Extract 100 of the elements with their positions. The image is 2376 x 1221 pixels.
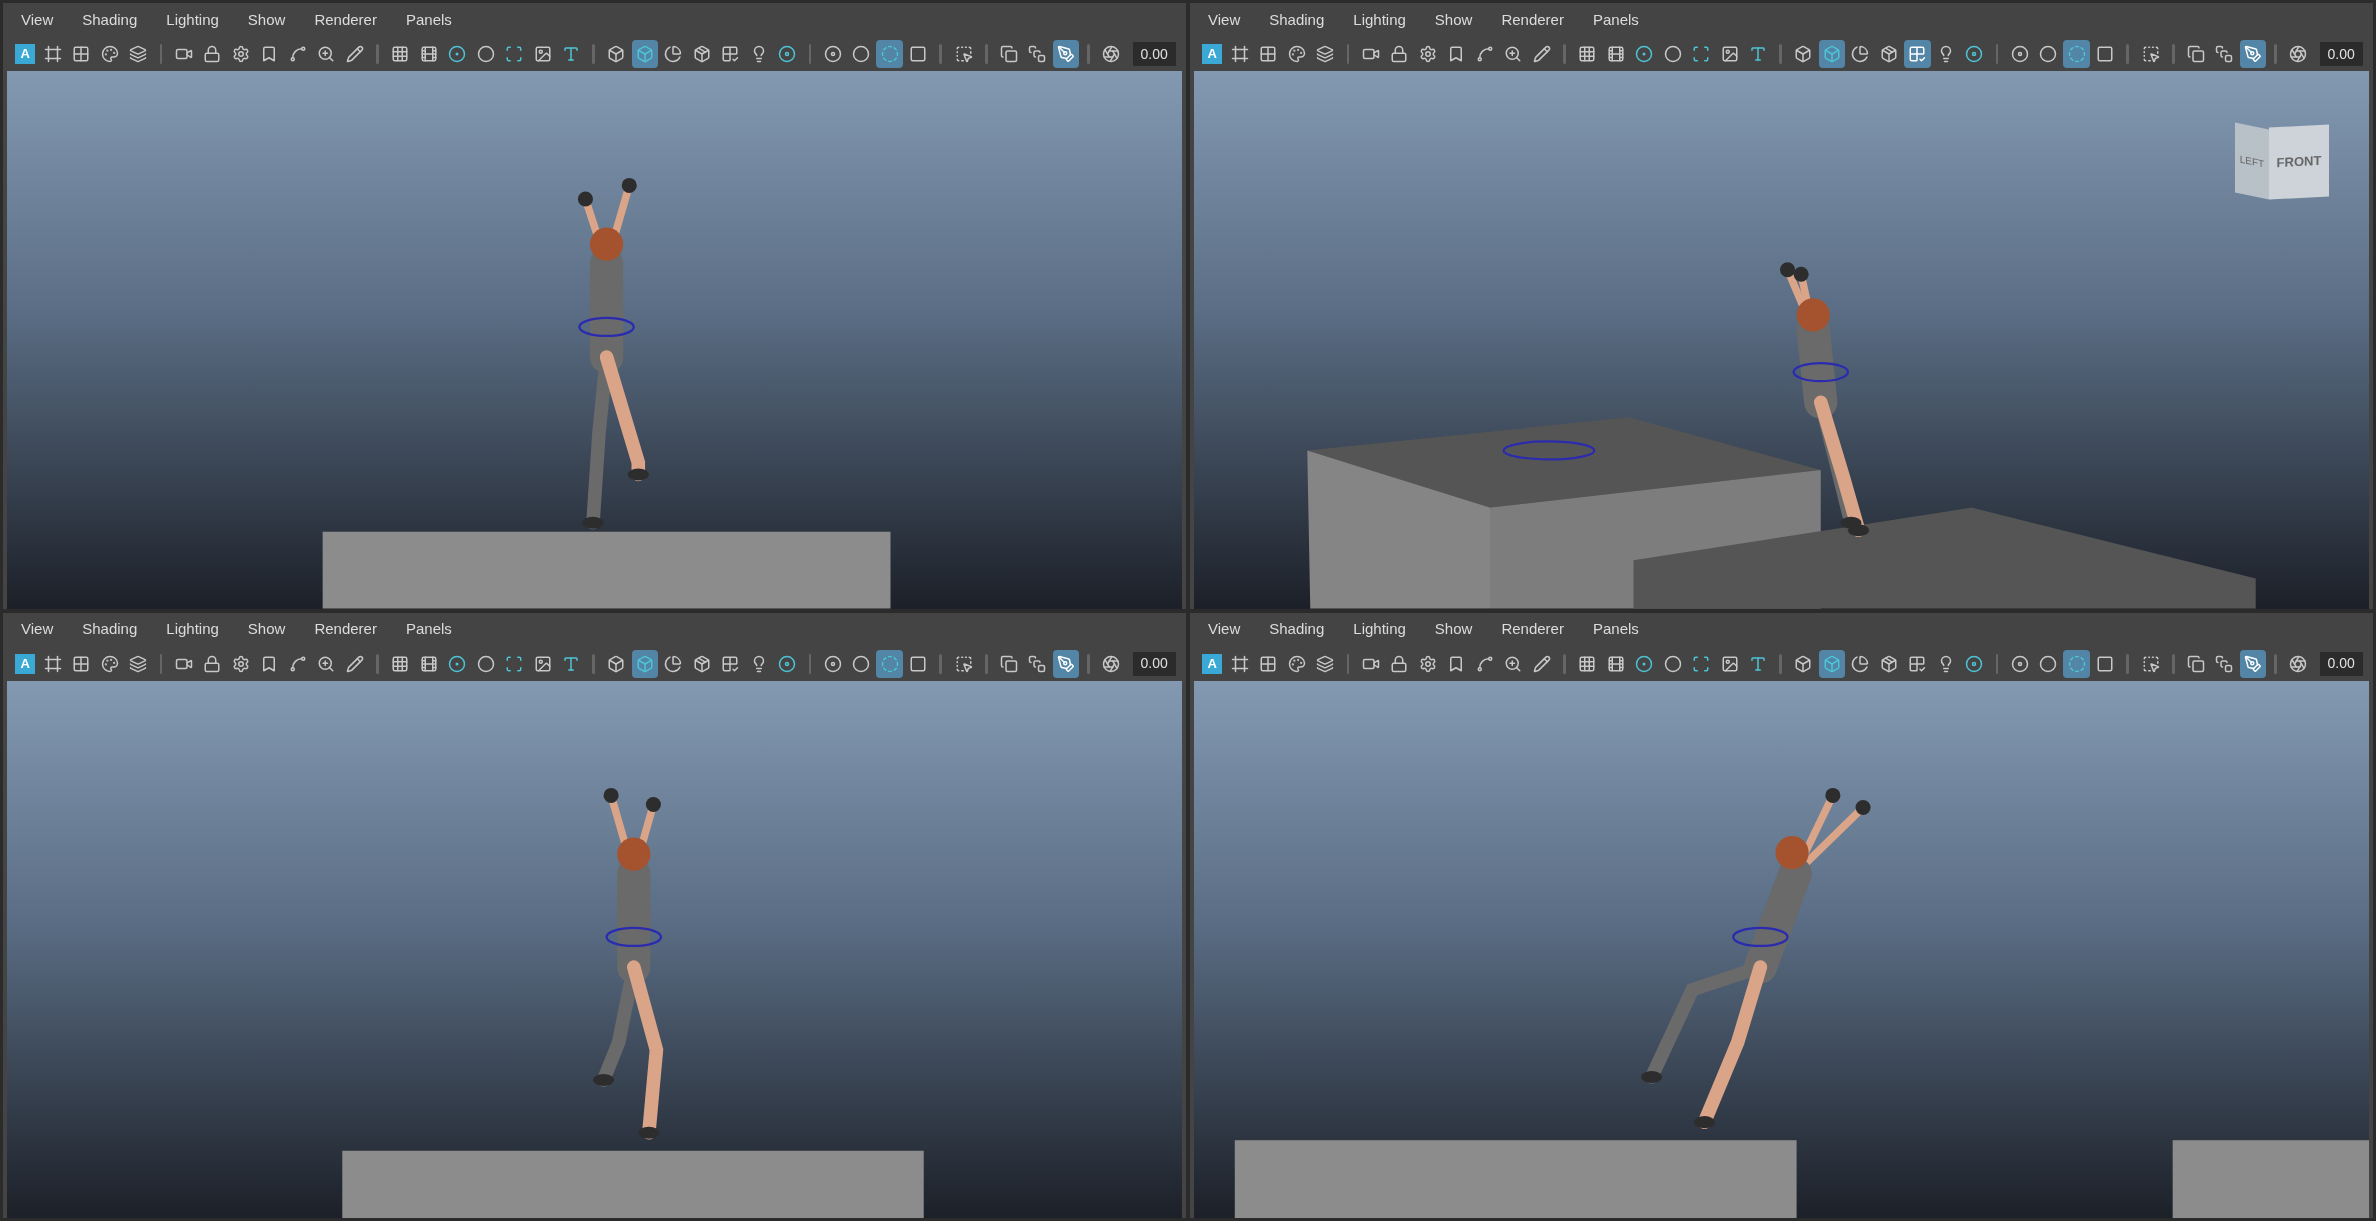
menu-item[interactable]: Panels <box>1592 8 1639 32</box>
menu-item[interactable]: Panels <box>1592 618 1639 641</box>
viewport-canvas[interactable]: LEFT FRONT <box>1194 71 2369 609</box>
zoom-icon <box>317 654 336 673</box>
exposure-field[interactable]: 0.00 <box>1132 651 1176 676</box>
menu-item[interactable]: Panels <box>405 8 452 32</box>
menu-item[interactable]: Lighting <box>1353 618 1406 641</box>
toolbar-button[interactable] <box>2239 649 2267 678</box>
pencil-icon <box>1532 45 1551 63</box>
toolbar-button[interactable] <box>631 40 659 68</box>
select-icon <box>954 45 973 63</box>
menu-item[interactable]: Shading <box>82 8 138 32</box>
menu-item[interactable]: Renderer <box>1501 618 1564 641</box>
frame-icon <box>1230 45 1249 63</box>
frame-icon <box>43 654 62 673</box>
toolbar-button[interactable] <box>2063 649 2090 678</box>
checker-icon <box>721 654 740 673</box>
zoom-icon <box>1504 654 1523 673</box>
layered-squares-icon <box>2215 654 2234 673</box>
layered-squares-icon <box>2215 45 2234 63</box>
checker-icon <box>1908 654 1927 673</box>
toolbar-button[interactable] <box>876 649 903 678</box>
checker-icon <box>1908 45 1927 63</box>
toolbar-button[interactable] <box>631 649 659 678</box>
layered-squares-icon <box>1028 654 1047 673</box>
menu-item[interactable]: Show <box>247 8 286 32</box>
menu-item[interactable]: View <box>1208 618 1241 641</box>
film-icon <box>1606 654 1625 673</box>
menu-item[interactable]: Renderer <box>314 618 377 641</box>
menu-item[interactable]: Renderer <box>1501 8 1564 32</box>
toolbar-button[interactable] <box>1052 649 1080 678</box>
menu-item[interactable]: Panels <box>405 618 452 641</box>
film-icon <box>419 45 438 63</box>
menu-item[interactable]: Shading <box>1269 8 1325 32</box>
text-icon <box>562 45 581 63</box>
layered-squares-icon <box>1028 45 1047 63</box>
text-icon <box>1749 45 1768 63</box>
select-icon <box>2141 45 2160 63</box>
pencil-icon <box>345 45 364 63</box>
grid-icon <box>391 45 410 63</box>
stacked-squares-icon <box>999 45 1018 63</box>
grid-icon <box>1578 654 1597 673</box>
select-icon <box>2141 654 2160 673</box>
layers-icon <box>1316 654 1335 673</box>
wireframe-cube-icon <box>1794 45 1813 63</box>
pencil-icon <box>1532 654 1551 673</box>
text-icon <box>562 654 581 673</box>
menu-item[interactable]: Show <box>247 618 286 641</box>
menu-item[interactable]: View <box>21 8 54 32</box>
menu-item[interactable]: Renderer <box>314 8 377 32</box>
image-icon <box>533 654 552 673</box>
zoom-icon <box>1504 45 1523 63</box>
frame-icon <box>1230 654 1249 673</box>
layers-icon <box>1316 45 1335 63</box>
aperture-icon <box>2289 45 2308 63</box>
film-icon <box>419 654 438 673</box>
grid-icon <box>391 654 410 673</box>
wireframe-cube-icon <box>607 654 626 673</box>
pen-icon <box>1056 45 1075 63</box>
menu-item[interactable]: View <box>1208 8 1241 32</box>
circle-icon <box>1663 654 1682 673</box>
toolbar-button[interactable] <box>1818 649 1846 678</box>
zoom-icon <box>317 45 336 63</box>
stacked-squares-icon <box>2186 654 2205 673</box>
stacked-squares-icon <box>999 654 1018 673</box>
layers-icon <box>129 45 148 63</box>
grid-icon <box>1578 45 1597 63</box>
menu-item[interactable]: Show <box>1434 8 1473 32</box>
menu-item[interactable]: Lighting <box>166 618 219 641</box>
pen-icon <box>2243 654 2262 673</box>
aperture-icon <box>1102 654 1121 673</box>
circle-icon <box>476 654 495 673</box>
shaded-cube-icon <box>1822 654 1841 673</box>
toolbar-button[interactable] <box>1052 40 1080 68</box>
circle-icon <box>476 45 495 63</box>
shaded-cube-icon <box>1822 45 1841 63</box>
menu-item[interactable]: Lighting <box>166 8 219 32</box>
text-icon <box>1749 654 1768 673</box>
menu-item[interactable]: Shading <box>82 618 138 641</box>
menu-item[interactable]: Show <box>1434 618 1473 641</box>
shaded-cube-icon <box>635 45 654 63</box>
toolbar-button[interactable] <box>1818 40 1846 68</box>
pencil-icon <box>345 654 364 673</box>
pen-icon <box>1056 654 1075 673</box>
checker-icon <box>721 45 740 63</box>
toolbar-button[interactable] <box>1904 40 1931 68</box>
layers-icon <box>129 654 148 673</box>
frame-icon <box>43 45 62 63</box>
menu-item[interactable]: Shading <box>1269 618 1325 641</box>
stacked-squares-icon <box>2186 45 2205 63</box>
image-icon <box>1720 45 1739 63</box>
menu-item[interactable]: View <box>21 618 54 641</box>
exposure-field[interactable]: 0.00 <box>2319 42 2363 66</box>
wireframe-cube-icon <box>607 45 626 63</box>
toolbar-button[interactable] <box>2239 40 2267 68</box>
exposure-field[interactable]: 0.00 <box>1132 42 1176 66</box>
pen-icon <box>2243 45 2262 63</box>
shaded-cube-icon <box>635 654 654 673</box>
exposure-field[interactable]: 0.00 <box>2319 651 2363 676</box>
menu-item[interactable]: Lighting <box>1353 8 1406 32</box>
